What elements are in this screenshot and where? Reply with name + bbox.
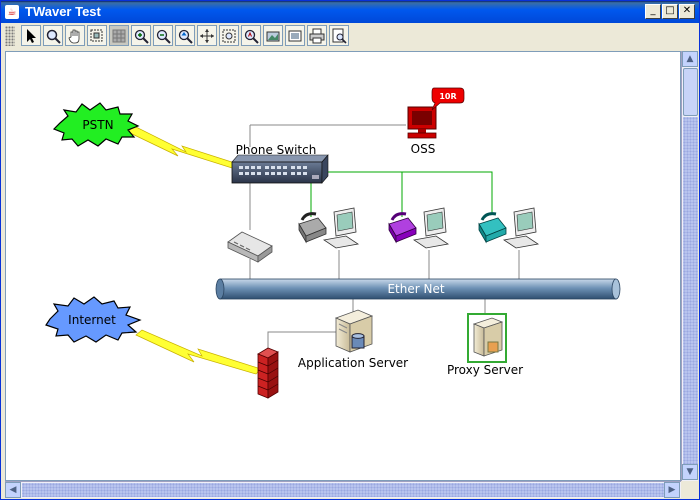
print-preview-icon <box>332 28 347 44</box>
purple-phone-workstation[interactable] <box>388 207 450 249</box>
close-button[interactable]: ✕ <box>679 4 695 19</box>
pstn-label: PSTN <box>82 118 113 132</box>
app-window: ☕ TWaver Test _ □ ✕ PSTN Internet Phone … <box>0 0 700 500</box>
scroll-right-button[interactable]: ▶ <box>664 482 680 498</box>
link-appserver-firewall[interactable] <box>267 331 336 354</box>
select-tool-button[interactable] <box>21 25 41 46</box>
pan-tool-button[interactable] <box>65 25 85 46</box>
zoom-rect-icon <box>90 29 103 41</box>
teal-phone-workstation[interactable] <box>478 207 540 249</box>
workstation-icon <box>502 207 540 249</box>
zoom-out-button[interactable] <box>153 25 173 46</box>
teal-phone-icon <box>478 212 507 244</box>
fit-arrows-icon <box>200 28 214 43</box>
vertical-scrollbar[interactable]: ▲ ▼ <box>681 51 698 481</box>
workstation-icon <box>412 207 450 249</box>
minimize-button[interactable]: _ <box>645 4 661 19</box>
workstation-icon <box>322 207 360 249</box>
zoom-fit-button[interactable] <box>197 25 217 46</box>
hand-icon <box>68 29 80 43</box>
pstn-lightning-link[interactable] <box>127 125 239 169</box>
export-image-button[interactable] <box>263 25 283 46</box>
print-preview-button[interactable] <box>329 25 349 46</box>
network-diagram: PSTN Internet Phone Switch 10R OSS Ether… <box>45 87 621 399</box>
ether-net-label: Ether Net <box>387 282 444 296</box>
magnifier-icon <box>46 29 61 44</box>
fullscreen-button[interactable] <box>285 25 305 46</box>
scroll-up-button[interactable]: ▲ <box>682 51 698 67</box>
application-server-node[interactable] <box>334 309 374 353</box>
title-bar[interactable]: ☕ TWaver Test _ □ ✕ <box>1 1 699 23</box>
internet-label: Internet <box>68 313 116 327</box>
scroll-down-button[interactable]: ▼ <box>682 464 698 480</box>
fullscreen-icon <box>288 30 302 41</box>
internet-lightning-link[interactable] <box>135 329 262 375</box>
gray-phone-icon <box>298 212 327 244</box>
toolbar-grip[interactable] <box>5 26 15 46</box>
print-button[interactable] <box>307 25 327 46</box>
application-server-label: Application Server <box>298 356 408 370</box>
purple-phone-icon <box>388 212 417 244</box>
zoom-overview-button[interactable] <box>219 25 239 46</box>
zoom-in-button[interactable] <box>131 25 151 46</box>
zoom-reset-button[interactable] <box>175 25 195 46</box>
oss-alarm-badge[interactable]: 10R <box>431 87 465 111</box>
phone-switch-node[interactable] <box>231 154 329 184</box>
horizontal-scrollbar[interactable]: ◀ ▶ <box>5 481 681 498</box>
scroll-corner <box>681 481 698 498</box>
zoom-home-icon <box>178 29 193 44</box>
arrow-pointer-icon <box>27 28 36 43</box>
firewall-node[interactable] <box>257 347 279 399</box>
proxy-server-label: Proxy Server <box>447 363 523 377</box>
window-title: TWaver Test <box>25 4 101 19</box>
database-icon <box>351 333 365 349</box>
gray-phone-workstation[interactable] <box>298 207 360 249</box>
phone-switch-label: Phone Switch <box>236 143 317 157</box>
vertical-scroll-thumb[interactable] <box>683 68 698 116</box>
grid-icon <box>112 29 126 42</box>
zoom-search-button[interactable] <box>241 25 261 46</box>
zoom-out-icon <box>156 29 171 44</box>
disabled-tool-button[interactable] <box>109 25 129 46</box>
vertical-scroll-track[interactable] <box>683 117 698 464</box>
printer-icon <box>309 28 325 43</box>
toolbar <box>1 23 699 49</box>
network-canvas[interactable]: PSTN Internet Phone Switch 10R OSS Ether… <box>5 51 681 481</box>
oss-node[interactable] <box>407 106 437 139</box>
java-app-icon: ☕ <box>5 5 19 19</box>
zoom-in-icon <box>134 29 149 44</box>
hub-node[interactable] <box>227 231 273 263</box>
maximize-button[interactable]: □ <box>662 4 678 19</box>
oss-alarm-count: 10R <box>439 92 456 101</box>
zoom-search-icon <box>244 29 259 44</box>
green-links <box>310 171 493 217</box>
magnifier-tool-button[interactable] <box>43 25 63 46</box>
rubberband-zoom-button[interactable] <box>87 25 107 46</box>
image-export-icon <box>266 31 280 41</box>
overview-icon <box>222 29 236 42</box>
proxy-server-node[interactable] <box>467 313 507 363</box>
scroll-left-button[interactable]: ◀ <box>5 482 21 498</box>
horizontal-scroll-track[interactable] <box>22 483 664 497</box>
oss-label: OSS <box>411 142 436 156</box>
